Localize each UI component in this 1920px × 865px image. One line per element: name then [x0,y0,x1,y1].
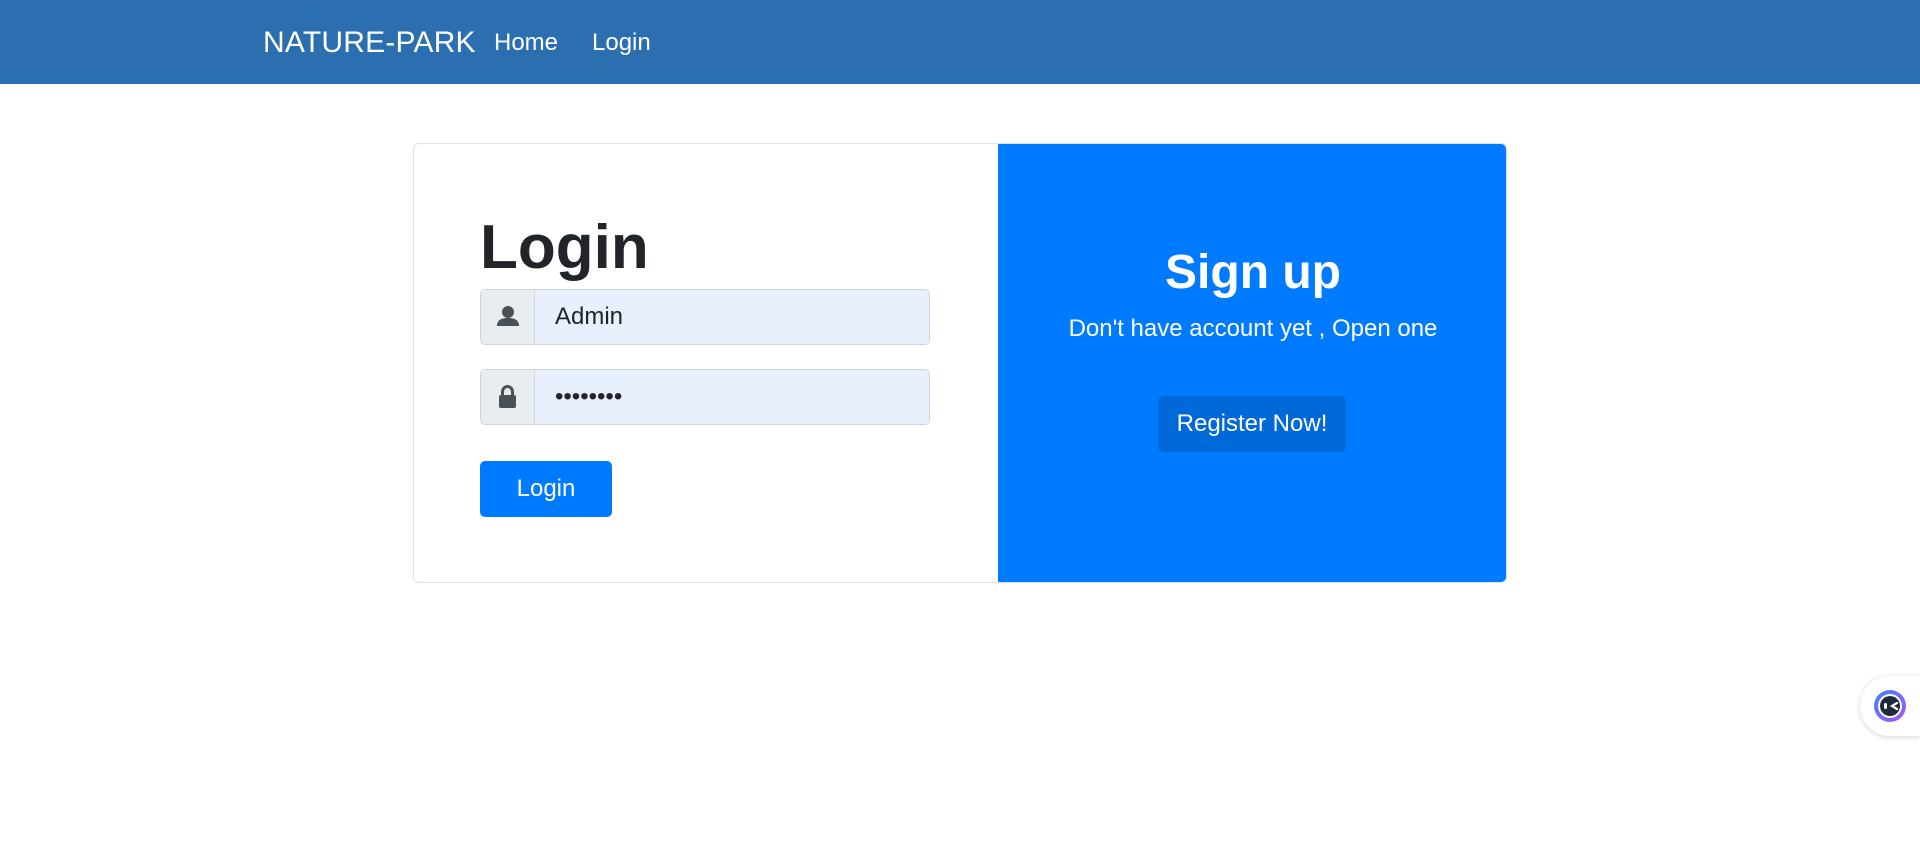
floating-assistant-button[interactable] [1860,676,1920,736]
brand-logo[interactable]: NATURE-PARK [263,25,476,61]
signup-panel: Sign up Don't have account yet , Open on… [998,144,1506,582]
signup-subtitle: Don't have account yet , Open one [1068,315,1438,342]
nav-link-login[interactable]: Login [592,28,651,58]
username-input-group [480,289,930,345]
user-icon [497,306,519,326]
lock-icon [499,384,516,408]
login-panel: Login •••••••• Login [414,144,998,582]
login-submit-button[interactable]: Login [480,461,612,517]
signup-heading: Sign up [1165,246,1341,299]
nav-link-home[interactable]: Home [494,28,558,58]
login-heading: Login [480,213,649,282]
top-navbar: NATURE-PARK Home Login [0,0,1920,84]
register-now-button[interactable]: Register Now! [1158,396,1346,452]
username-addon [481,290,535,344]
auth-card: Login •••••••• Login Sign up Don't ha [413,143,1507,583]
username-input[interactable] [535,290,929,344]
password-input[interactable]: •••••••• [535,370,929,424]
assistant-icon [1874,690,1906,722]
password-addon [481,370,535,424]
password-input-group: •••••••• [480,369,930,425]
